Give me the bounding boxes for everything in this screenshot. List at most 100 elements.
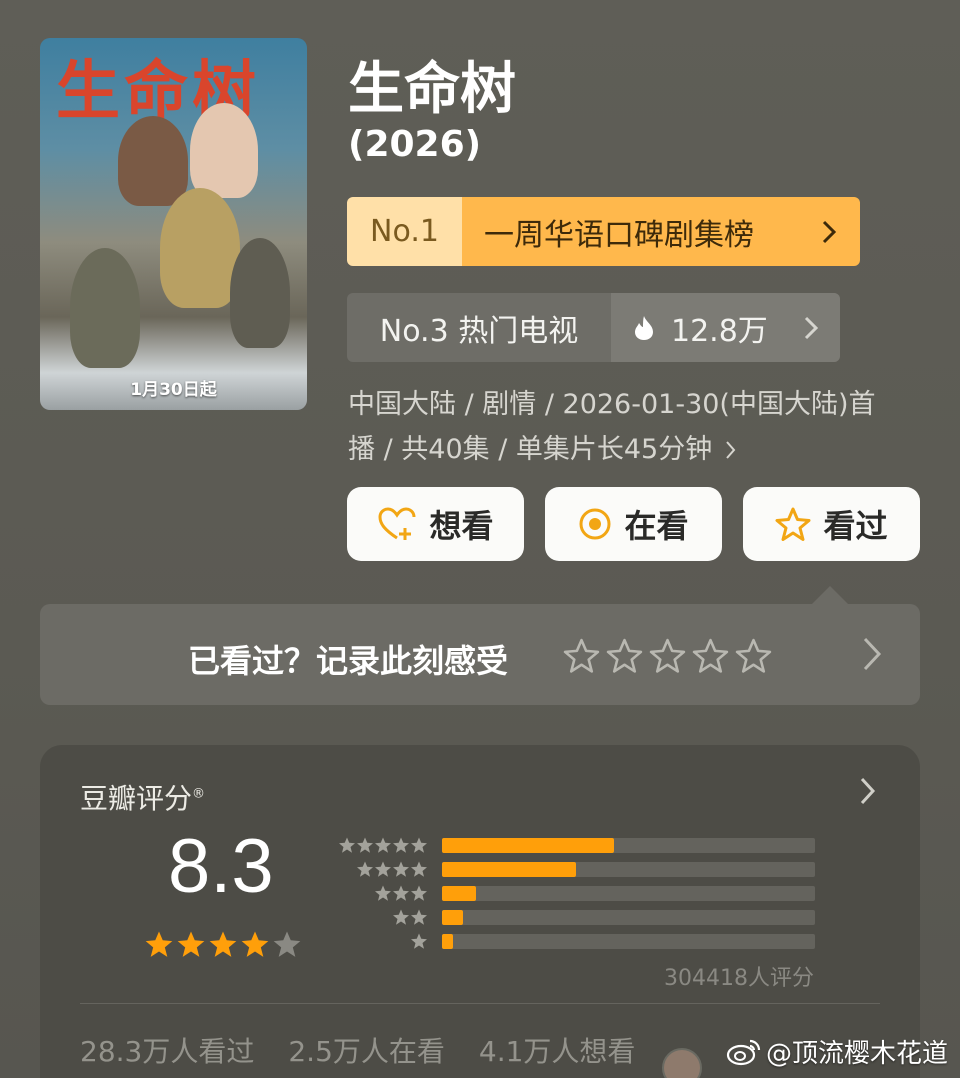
star-small-icon: [375, 885, 391, 901]
hot-value-group: 12.8万: [633, 306, 768, 350]
star-small-icon: [411, 885, 427, 901]
rating-label-text: 豆瓣评分: [80, 782, 193, 815]
meta-line: 播 / 共40集 / 单集片长45分钟: [348, 434, 713, 465]
star-outline-icon[interactable]: [563, 638, 600, 673]
meta-line: 中国大陆 / 剧情 / 2026-01-30(中国大陆)首: [348, 389, 876, 420]
poster-figure: [230, 238, 290, 348]
distribution-bar-track: [442, 909, 815, 925]
poster-figure: [190, 103, 258, 198]
rank-badge-weekly[interactable]: No.1 一周华语口碑剧集榜: [347, 197, 860, 266]
registered-mark: ®: [192, 786, 206, 802]
star-small-icon: [375, 837, 391, 853]
poster-figure: [160, 188, 240, 308]
star-outline-icon: [775, 507, 811, 541]
chevron-right-icon[interactable]: [860, 777, 876, 805]
distribution-row: [336, 881, 815, 905]
stat-want[interactable]: 4.1万人想看: [479, 1030, 636, 1070]
stat-watching[interactable]: 2.5万人在看: [288, 1030, 445, 1070]
rank-label: 一周华语口碑剧集榜: [484, 217, 754, 253]
distribution-bar-track: [442, 933, 815, 949]
popover-notch: [812, 586, 848, 604]
chevron-right-icon: [804, 316, 818, 339]
stat-watched[interactable]: 28.3万人看过: [80, 1030, 254, 1070]
distribution-stars: [336, 884, 428, 902]
rank-number: No.1: [347, 197, 462, 266]
rank-label-wrap: 一周华语口碑剧集榜: [462, 197, 860, 266]
divider: [80, 1003, 880, 1004]
star-small-icon: [339, 837, 355, 853]
meta-info[interactable]: 中国大陆 / 剧情 / 2026-01-30(中国大陆)首 播 / 共40集 /…: [348, 382, 928, 472]
star-small-icon: [393, 837, 409, 853]
rating-label: 豆瓣评分®: [80, 777, 205, 817]
star-filled-icon: [209, 931, 237, 957]
chevron-right-icon: [822, 220, 836, 243]
watermark: @顶流樱木花道: [726, 1033, 948, 1070]
rating-distribution: [336, 833, 815, 953]
record-prompt: 已看过？记录此刻感受: [188, 642, 509, 680]
star-outline-icon[interactable]: [735, 638, 772, 673]
watching-label: 在看: [624, 507, 689, 545]
release-year: (2026): [348, 124, 482, 165]
poster-figure: [118, 116, 188, 206]
poster-figure: [70, 248, 140, 368]
page-title: 生命树: [348, 57, 516, 122]
watched-button[interactable]: 看过: [743, 487, 920, 561]
distribution-row: [336, 929, 815, 953]
want-label: 想看: [429, 507, 494, 545]
watched-label: 看过: [823, 507, 888, 545]
poster-image[interactable]: 生命树 1月30日起: [40, 38, 307, 410]
distribution-bar-fill: [442, 909, 463, 925]
rating-stars: [144, 929, 302, 959]
star-filled-icon: [145, 931, 173, 957]
distribution-bar-track: [442, 885, 815, 901]
watching-button[interactable]: 在看: [545, 487, 722, 561]
douban-rating-card[interactable]: 豆瓣评分® 8.3 304418人评分 28.3万人看过 2.5万人在看 4.1…: [40, 745, 920, 1078]
hot-value-wrap: 12.8万: [611, 293, 840, 362]
star-outline-icon[interactable]: [606, 638, 643, 673]
hot-value: 12.8万: [671, 313, 768, 349]
want-button[interactable]: 想看: [347, 487, 524, 561]
star-small-icon: [393, 909, 409, 925]
rank-badge-hot[interactable]: No.3 热门电视 12.8万: [347, 293, 840, 362]
distribution-bar-track: [442, 837, 815, 853]
distribution-stars: [336, 860, 428, 878]
distribution-row: [336, 833, 815, 857]
star-outline-icon[interactable]: [649, 638, 686, 673]
distribution-bar-track: [442, 861, 815, 877]
star-small-icon: [411, 933, 427, 949]
rating-count[interactable]: 304418人评分: [664, 960, 814, 992]
chevron-right-icon: [726, 440, 736, 459]
hot-rank-label: No.3 热门电视: [379, 313, 579, 349]
star-small-icon: [357, 837, 373, 853]
meta-line-wrap: 播 / 共40集 / 单集片长45分钟: [348, 427, 928, 472]
star-empty-icon: [273, 931, 301, 957]
star-outline-icon[interactable]: [692, 638, 729, 673]
distribution-bar-fill: [442, 837, 614, 853]
distribution-bar-fill: [442, 861, 577, 877]
rating-score: 8.3: [168, 824, 274, 909]
star-filled-icon: [177, 931, 205, 957]
star-small-icon: [411, 861, 427, 877]
star-small-icon: [411, 837, 427, 853]
watch-stats: 28.3万人看过 2.5万人在看 4.1万人想看: [80, 1030, 635, 1070]
record-feeling-panel[interactable]: 已看过？记录此刻感受: [40, 604, 920, 705]
weibo-icon: [726, 1039, 761, 1065]
heart-plus-icon: [378, 507, 416, 540]
star-small-icon: [375, 861, 391, 877]
star-small-icon: [411, 909, 427, 925]
rating-input-stars[interactable]: [563, 638, 772, 673]
distribution-stars: [336, 932, 428, 950]
star-small-icon: [357, 861, 373, 877]
flame-icon: [635, 315, 653, 340]
distribution-stars: [336, 836, 428, 854]
star-small-icon: [393, 861, 409, 877]
distribution-bar-fill: [442, 933, 454, 949]
star-filled-icon: [241, 931, 269, 957]
poster-date: 1月30日起: [130, 380, 217, 400]
distribution-bar-fill: [442, 885, 476, 901]
watermark-text: @顶流樱木花道: [765, 1039, 948, 1069]
chevron-right-icon[interactable]: [862, 636, 882, 672]
star-small-icon: [393, 885, 409, 901]
target-icon: [579, 508, 611, 540]
distribution-stars: [336, 908, 428, 926]
